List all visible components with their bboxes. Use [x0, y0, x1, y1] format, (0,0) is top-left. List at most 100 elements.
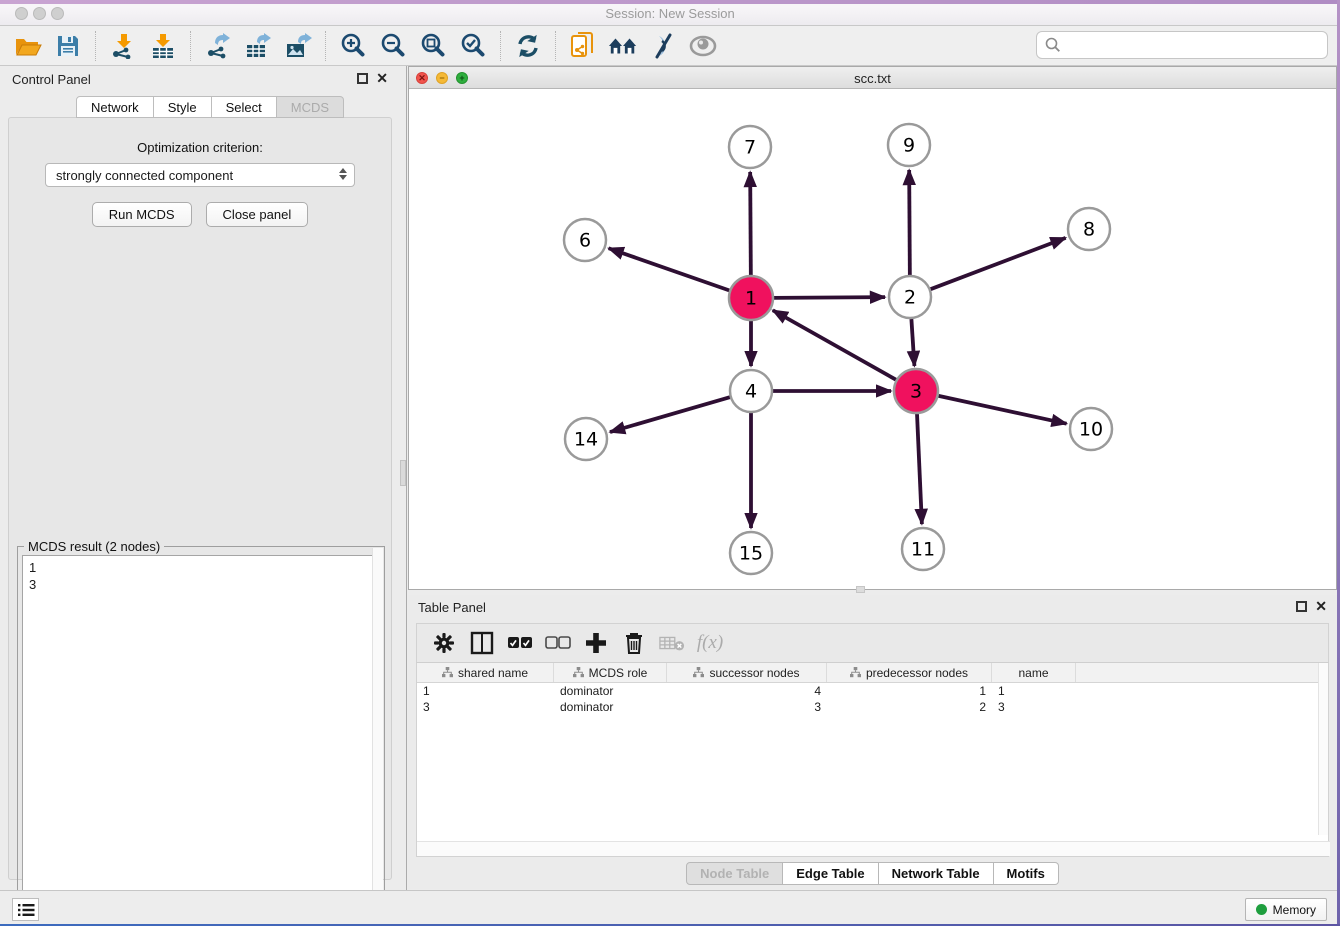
graph-edge-3-1[interactable] — [773, 310, 897, 380]
table-cell[interactable]: dominator — [554, 683, 667, 699]
table-row[interactable]: 1dominator411 — [417, 683, 1328, 699]
zoom-out-button[interactable] — [378, 31, 408, 61]
zoom-selected-button[interactable] — [458, 31, 488, 61]
graph-edge-3-10[interactable] — [937, 396, 1066, 424]
column-header-shared-name[interactable]: shared name — [417, 663, 554, 682]
horizontal-splitter-handle[interactable] — [856, 586, 865, 593]
gear-icon — [433, 632, 455, 654]
tree-icon — [850, 667, 861, 678]
import-network-button[interactable] — [108, 31, 138, 61]
zoom-in-button[interactable] — [338, 31, 368, 61]
zoom-in-icon — [340, 33, 366, 59]
graph-node-label-15: 15 — [739, 543, 763, 565]
table-cell[interactable]: 1 — [417, 683, 554, 699]
table-body: 1dominator4113dominator323 — [417, 683, 1328, 715]
tab-network[interactable]: Network — [76, 96, 154, 118]
import-table-button[interactable] — [148, 31, 178, 61]
float-panel-icon[interactable] — [357, 73, 368, 84]
function-builder-button[interactable]: f(x) — [697, 630, 723, 656]
graph-edge-2-8[interactable] — [931, 238, 1066, 289]
table-toolbar: f(x) — [416, 623, 1329, 663]
window-title: Session: New Session — [0, 6, 1340, 21]
table-cell[interactable]: 3 — [417, 699, 554, 715]
column-header-name[interactable]: name — [992, 663, 1076, 682]
criterion-select[interactable]: strongly connected component — [45, 163, 355, 187]
table-cell[interactable]: 3 — [667, 699, 827, 715]
tree-icon — [693, 667, 704, 678]
network-overview-button[interactable] — [568, 31, 598, 61]
graph-edge-4-14[interactable] — [610, 397, 730, 432]
network-window-titlebar[interactable]: ✕ − + scc.txt — [409, 67, 1336, 89]
show-hide-button[interactable] — [688, 31, 718, 61]
first-neighbors-button[interactable] — [608, 31, 638, 61]
close-table-panel-icon[interactable]: ✕ — [1315, 598, 1327, 614]
toolbar-divider — [500, 31, 501, 61]
tab-node-table[interactable]: Node Table — [686, 862, 783, 885]
table-cell[interactable]: 2 — [827, 699, 992, 715]
refresh-icon — [515, 33, 541, 59]
float-table-panel-icon[interactable] — [1296, 601, 1307, 612]
column-header-successor-nodes[interactable]: successor nodes — [667, 663, 827, 682]
desktop-edge-top — [0, 0, 1340, 4]
tab-select[interactable]: Select — [212, 96, 277, 118]
tab-style[interactable]: Style — [154, 96, 212, 118]
export-table-button[interactable] — [243, 31, 273, 61]
column-header-MCDS-role[interactable]: MCDS role — [554, 663, 667, 682]
memory-button[interactable]: Memory — [1245, 898, 1327, 921]
export-image-button[interactable] — [283, 31, 313, 61]
close-panel-icon[interactable]: ✕ — [376, 70, 388, 86]
save-session-button[interactable] — [53, 31, 83, 61]
add-row-button[interactable] — [583, 630, 609, 656]
deselect-all-button[interactable] — [545, 630, 571, 656]
column-header-predecessor-nodes[interactable]: predecessor nodes — [827, 663, 992, 682]
graph-node-label-2: 2 — [904, 287, 916, 309]
table-row[interactable]: 3dominator323 — [417, 699, 1328, 715]
tab-network-table[interactable]: Network Table — [879, 862, 994, 885]
vertical-splitter[interactable] — [400, 66, 407, 890]
graph-edge-2-3[interactable] — [911, 319, 914, 366]
table-cell[interactable]: 1 — [827, 683, 992, 699]
toolbar-divider — [95, 31, 96, 61]
open-session-button[interactable] — [13, 31, 43, 61]
tab-edge-table[interactable]: Edge Table — [783, 862, 878, 885]
table-vertical-scrollbar[interactable] — [1318, 663, 1328, 835]
graph-edge-1-6[interactable] — [609, 248, 731, 290]
export-network-button[interactable] — [203, 31, 233, 61]
delete-rows-button[interactable] — [621, 630, 647, 656]
export-network-icon — [205, 33, 231, 59]
mcds-result-text[interactable]: 1 3 — [22, 555, 380, 915]
graph-edge-1-7[interactable] — [750, 172, 751, 276]
tab-motifs[interactable]: Motifs — [994, 862, 1059, 885]
graphics-details-button[interactable] — [648, 31, 678, 61]
table-cell[interactable]: dominator — [554, 699, 667, 715]
graph-edge-1-2[interactable] — [773, 297, 885, 298]
table-cell[interactable]: 1 — [992, 683, 1076, 699]
trash-icon — [624, 631, 644, 655]
table-horizontal-scrollbar[interactable] — [417, 841, 1330, 856]
network-canvas[interactable]: 7968124314101511 — [409, 89, 1336, 589]
main-toolbar — [0, 26, 1340, 66]
splitter-handle[interactable] — [400, 460, 406, 486]
graph-node-label-11: 11 — [911, 539, 935, 561]
search-box[interactable] — [1036, 31, 1328, 59]
network-view-window: ✕ − + scc.txt 7968124314101511 — [408, 66, 1337, 590]
table-cell[interactable]: 4 — [667, 683, 827, 699]
search-input[interactable] — [1061, 34, 1327, 56]
graph-edge-2-9[interactable] — [909, 170, 910, 275]
graph-edge-3-11[interactable] — [917, 413, 922, 524]
delete-column-button[interactable] — [659, 630, 685, 656]
table-options-gear-button[interactable] — [431, 630, 457, 656]
toolbar-divider — [190, 31, 191, 61]
tab-mcds[interactable]: MCDS — [277, 96, 344, 118]
task-history-button[interactable] — [12, 898, 39, 921]
memory-label: Memory — [1273, 903, 1316, 917]
table-cell[interactable]: 3 — [992, 699, 1076, 715]
refresh-button[interactable] — [513, 31, 543, 61]
run-mcds-button[interactable]: Run MCDS — [92, 202, 192, 227]
close-panel-button[interactable]: Close panel — [206, 202, 309, 227]
zoom-fit-button[interactable] — [418, 31, 448, 61]
column-chooser-button[interactable] — [469, 630, 495, 656]
control-panel-tabs: Network Style Select MCDS — [76, 96, 344, 118]
select-all-button[interactable] — [507, 630, 533, 656]
result-scrollbar[interactable] — [372, 548, 383, 906]
